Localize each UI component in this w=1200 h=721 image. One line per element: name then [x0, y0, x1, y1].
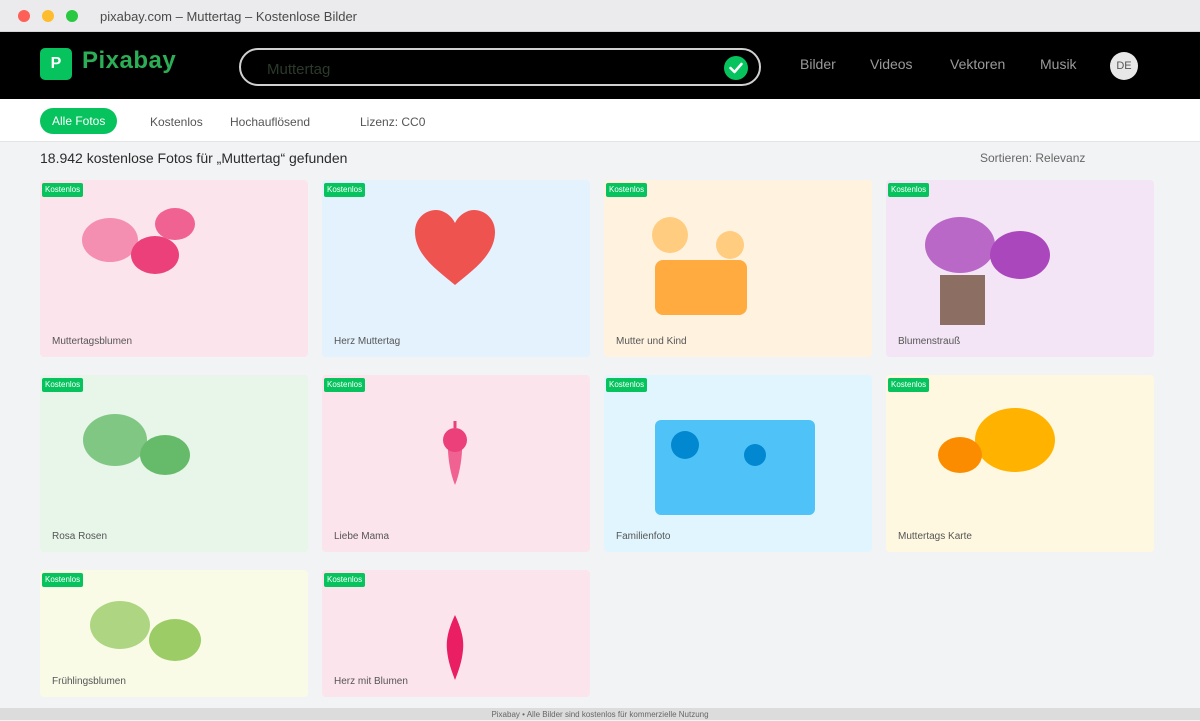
filter-hochaufloesend[interactable]: Hochauflösend [230, 115, 310, 129]
window-titlebar: pixabay.com – Muttertag – Kostenlose Bil… [0, 0, 1200, 32]
pixabay-logo-icon[interactable]: P [40, 48, 72, 80]
image-card[interactable]: Kostenlos Mutter und Kind [604, 180, 872, 357]
card-title: Rosa Rosen [52, 531, 108, 542]
nav-videos[interactable]: Videos [870, 56, 913, 72]
card-title: Frühlingsblumen [52, 676, 126, 687]
image-card[interactable]: Kostenlos Herz mit Blumen [322, 570, 590, 697]
family-photo-image [655, 420, 815, 515]
results-count: 18.942 kostenlose Fotos für „Muttertag“ … [40, 150, 348, 166]
close-window-button[interactable] [18, 10, 30, 22]
minimize-window-button[interactable] [42, 10, 54, 22]
card-title: Familienfoto [616, 531, 671, 542]
heart-image [415, 210, 495, 285]
free-badge: Kostenlos [324, 183, 366, 197]
filter-kostenlos[interactable]: Kostenlos [150, 115, 203, 129]
filter-bar: Alle Fotos Kostenlos Hochauflösend Lizen… [0, 99, 1200, 142]
checkmark-icon [729, 62, 743, 74]
card-title: Mutter und Kind [616, 336, 687, 347]
card-title: Blumenstrauß [898, 336, 961, 347]
image-card[interactable]: Kostenlos Frühlingsblumen [40, 570, 308, 697]
image-card[interactable]: Kostenlos Herz Muttertag [322, 180, 590, 357]
flowers-image [82, 208, 195, 274]
nav-bilder[interactable]: Bilder [800, 56, 836, 72]
free-badge: Kostenlos [888, 183, 930, 197]
card-title: Herz mit Blumen [334, 676, 408, 687]
image-card[interactable]: Kostenlos Familienfoto [604, 375, 872, 552]
image-card[interactable]: Kostenlos Liebe Mama [322, 375, 590, 552]
search-submit-button[interactable] [724, 56, 748, 80]
search-bar [239, 48, 761, 86]
free-badge: Kostenlos [888, 378, 930, 392]
site-header: P Pixabay Bilder Videos Vektoren Musik D… [0, 32, 1200, 99]
filter-lizenz[interactable]: Lizenz: CC0 [360, 115, 425, 129]
roses-image [83, 414, 190, 475]
card-image [938, 408, 1055, 473]
footer-text: Pixabay • Alle Bilder sind kostenlos für… [0, 708, 1200, 720]
free-badge: Kostenlos [324, 573, 366, 587]
bouquet-image [925, 217, 1050, 325]
window-title: pixabay.com – Muttertag – Kostenlose Bil… [100, 9, 358, 24]
language-avatar[interactable]: DE [1110, 52, 1138, 80]
mother-child-image [652, 217, 747, 315]
search-input[interactable] [265, 58, 709, 80]
maximize-window-button[interactable] [66, 10, 78, 22]
image-card[interactable]: Kostenlos Blumenstrauß [886, 180, 1154, 357]
free-badge: Kostenlos [606, 378, 648, 392]
card-title: Herz Muttertag [334, 336, 401, 347]
card-title: Muttertagsblumen [52, 336, 133, 347]
card-title: Muttertags Karte [898, 531, 972, 542]
free-badge: Kostenlos [324, 378, 366, 392]
image-card[interactable]: Kostenlos Rosa Rosen [40, 375, 308, 552]
filter-all-photos[interactable]: Alle Fotos [40, 108, 118, 134]
pixabay-logo-text[interactable]: Pixabay [82, 47, 176, 75]
free-badge: Kostenlos [42, 573, 84, 587]
free-badge: Kostenlos [606, 183, 648, 197]
sort-dropdown[interactable]: Sortieren: Relevanz [980, 151, 1085, 165]
nav-vektoren[interactable]: Vektoren [950, 56, 1005, 72]
free-badge: Kostenlos [42, 378, 84, 392]
free-badge: Kostenlos [42, 183, 84, 197]
image-card[interactable]: Kostenlos Muttertagsblumen [40, 180, 308, 357]
card-title: Liebe Mama [334, 531, 390, 542]
image-card[interactable]: Kostenlos Muttertags Karte [886, 375, 1154, 552]
single-flower-image [443, 421, 467, 485]
nav-musik[interactable]: Musik [1040, 56, 1077, 72]
